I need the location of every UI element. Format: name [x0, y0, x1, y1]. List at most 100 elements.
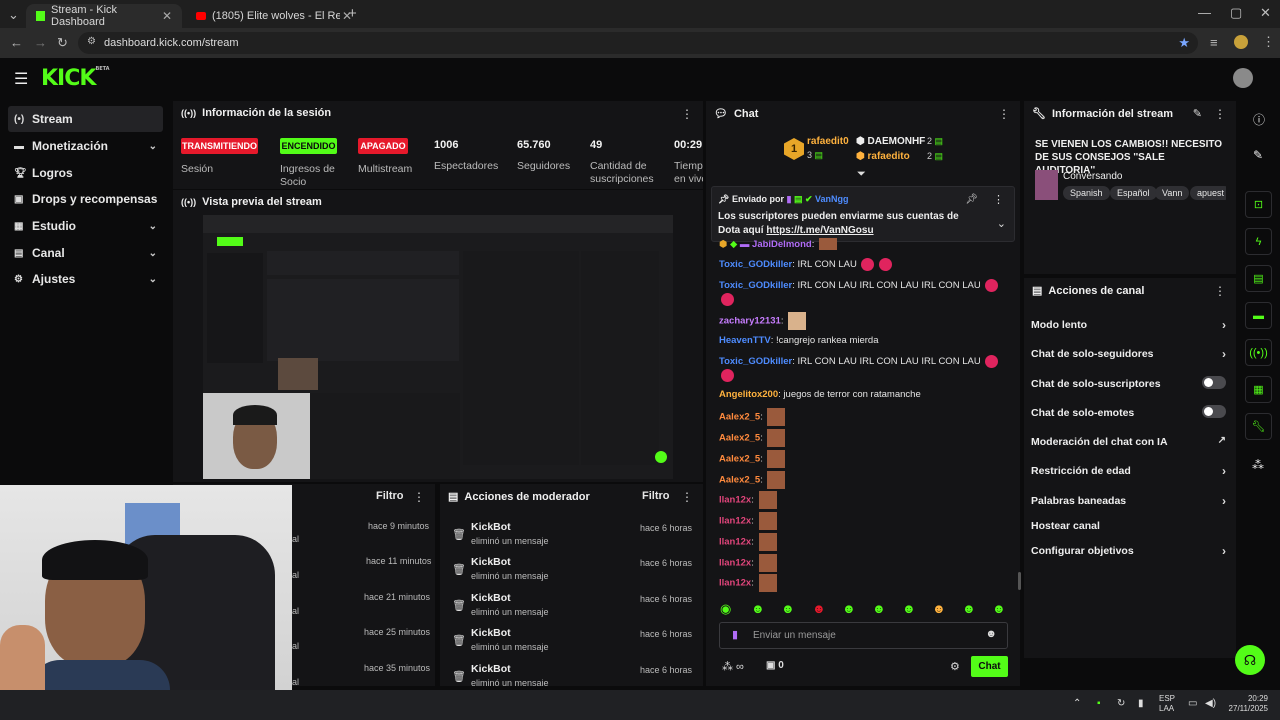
- rail-tools-button[interactable]: 🔧︎: [1245, 413, 1272, 440]
- more-options-icon[interactable]: ⋮: [681, 490, 693, 504]
- chat-username[interactable]: Aalex2_5: [719, 454, 760, 465]
- filter-button[interactable]: Filtro: [376, 490, 404, 502]
- rail-broadcast-button[interactable]: ((•)): [1245, 339, 1272, 366]
- language-indicator[interactable]: ESP LAA: [1159, 694, 1175, 714]
- user-avatar[interactable]: [1233, 68, 1253, 88]
- more-options-icon[interactable]: ⋮: [1214, 107, 1226, 121]
- emote-icon[interactable]: ☻: [932, 601, 946, 616]
- new-tab-button[interactable]: +: [348, 5, 357, 22]
- tab-kick-dashboard[interactable]: Stream - Kick Dashboard ✕: [26, 4, 182, 28]
- rail-notes-button[interactable]: ▤: [1245, 265, 1272, 292]
- stream-tag[interactable]: Español: [1110, 186, 1157, 200]
- emote-icon[interactable]: ☻: [842, 601, 856, 616]
- more-options-icon[interactable]: ⋮: [413, 490, 425, 504]
- sidebar-item-canal[interactable]: ▤ Canal ⌄: [8, 240, 163, 266]
- emotes-only-toggle[interactable]: [1202, 405, 1226, 418]
- chat-input[interactable]: ▮ Enviar un mensaje ☻: [719, 622, 1008, 649]
- chat-username[interactable]: llan12x: [719, 516, 751, 527]
- bookmark-star-icon[interactable]: ★: [1178, 35, 1190, 51]
- emote-icon[interactable]: ☻: [781, 601, 795, 616]
- chat-scrollbar[interactable]: [1018, 572, 1021, 590]
- unpin-icon[interactable]: 📌︎: [965, 194, 978, 205]
- profile-icon[interactable]: [1234, 35, 1248, 49]
- help-headset-button[interactable]: ☊: [1235, 645, 1265, 675]
- stream-tag[interactable]: Spanish: [1063, 186, 1110, 200]
- maximize-icon[interactable]: ▢: [1230, 5, 1242, 21]
- action-host-channel[interactable]: Hostear canal: [1031, 520, 1226, 532]
- media-icon[interactable]: ≡: [1210, 35, 1218, 50]
- sidebar-item-monetizacion[interactable]: ▬ Monetización ⌄: [8, 133, 163, 159]
- info-icon[interactable]: ⓘ: [1253, 111, 1265, 128]
- minimize-icon[interactable]: —: [1198, 5, 1211, 20]
- tray-sync-icon[interactable]: ↻: [1117, 698, 1125, 709]
- users-icon[interactable]: ⁂ ∞: [722, 660, 744, 673]
- reload-icon[interactable]: ↻: [57, 35, 68, 51]
- tray-chevron-icon[interactable]: ⌃: [1073, 698, 1081, 709]
- tray-volume-icon[interactable]: ◀): [1205, 698, 1216, 709]
- stream-tag[interactable]: Vann: [1155, 186, 1190, 200]
- tray-mic-icon[interactable]: ▮: [1138, 698, 1144, 709]
- sidebar-item-drops[interactable]: ▣ Drops y recompensas: [8, 186, 163, 212]
- tray-app-icon[interactable]: ▪: [1097, 698, 1101, 709]
- hamburger-menu-icon[interactable]: ☰: [14, 69, 28, 89]
- site-info-icon[interactable]: ⚙: [87, 36, 96, 47]
- leaderboard-user[interactable]: rafaedit0: [807, 136, 849, 147]
- chat-username[interactable]: llan12x: [719, 578, 751, 589]
- rail-bolt-button[interactable]: ϟ: [1245, 228, 1272, 255]
- collapse-leaderboard-icon[interactable]: ⏷: [857, 168, 866, 181]
- tray-network-icon[interactable]: ▭: [1188, 698, 1197, 709]
- action-slow-mode[interactable]: Modo lento ›: [1031, 318, 1226, 332]
- emote-icon[interactable]: ☻: [812, 601, 826, 616]
- emote-icon[interactable]: ☻: [872, 601, 886, 616]
- chat-username[interactable]: llan12x: [719, 495, 751, 506]
- chat-username[interactable]: llan12x: [719, 537, 751, 548]
- rail-clip-button[interactable]: ⊡: [1245, 191, 1272, 218]
- chat-username[interactable]: zachary12131: [719, 316, 781, 327]
- emote-icon[interactable]: ☻: [992, 601, 1006, 616]
- sidebar-item-estudio[interactable]: ▦ Estudio ⌄: [8, 213, 163, 239]
- edit-pencil-icon[interactable]: ✎: [1253, 148, 1263, 162]
- send-chat-button[interactable]: Chat: [971, 656, 1008, 677]
- subscribers-only-toggle[interactable]: [1202, 376, 1226, 389]
- chat-username[interactable]: Aalex2_5: [719, 475, 760, 486]
- pinned-author[interactable]: VanNgg: [815, 194, 849, 204]
- chrome-menu-icon[interactable]: ⋮: [1262, 34, 1275, 50]
- action-age-restriction[interactable]: Restricción de edad ›: [1031, 464, 1226, 478]
- tab-youtube[interactable]: (1805) Elite wolves - El Reencue ✕: [186, 4, 362, 28]
- emoji-icon[interactable]: ☻: [985, 628, 997, 640]
- leaderboard-user[interactable]: ⬢ rafaedito: [856, 151, 910, 162]
- chat-username[interactable]: JabiDelmond: [752, 239, 812, 250]
- chat-username[interactable]: llan12x: [719, 558, 751, 569]
- points-display[interactable]: ▣ 0: [766, 660, 784, 671]
- more-options-icon[interactable]: ⋮: [993, 193, 1004, 206]
- chat-username[interactable]: Toxic_GODkiller: [719, 280, 792, 291]
- action-followers-only[interactable]: Chat de solo-seguidores ›: [1031, 347, 1226, 361]
- filter-button[interactable]: Filtro: [642, 490, 670, 502]
- pinned-link[interactable]: https://t.me/VanNGosu: [766, 225, 873, 236]
- chat-username[interactable]: Aalex2_5: [719, 433, 760, 444]
- clock[interactable]: 20:29 27/11/2025: [1226, 694, 1268, 714]
- emote-picker-icon[interactable]: ◉: [720, 601, 731, 617]
- rail-layout-button[interactable]: ▦: [1245, 376, 1272, 403]
- chat-username[interactable]: Angelitox200: [719, 389, 778, 400]
- sidebar-item-stream[interactable]: (•) Stream: [8, 106, 163, 132]
- tab-menu-icon[interactable]: ⌄: [8, 7, 19, 23]
- action-banned-words[interactable]: Palabras baneadas ›: [1031, 494, 1226, 508]
- more-options-icon[interactable]: ⋮: [1214, 284, 1226, 298]
- chat-username[interactable]: Toxic_GODkiller: [719, 356, 792, 367]
- forward-icon[interactable]: →: [34, 35, 47, 50]
- more-tools-icon[interactable]: ⁂: [1252, 458, 1264, 472]
- more-options-icon[interactable]: ⋮: [998, 107, 1010, 121]
- close-tab-icon[interactable]: ✕: [162, 9, 172, 23]
- edit-pencil-icon[interactable]: ✎: [1193, 107, 1202, 120]
- category-name[interactable]: Conversando: [1063, 171, 1122, 182]
- leaderboard-user[interactable]: ⬢ DAEMONHF: [856, 136, 925, 147]
- chat-username[interactable]: HeavenTTV: [719, 335, 771, 346]
- action-goals[interactable]: Configurar objetivos ›: [1031, 544, 1226, 558]
- kick-logo[interactable]: KICKBETA: [41, 66, 110, 91]
- action-ai-moderation[interactable]: Moderación del chat con IA ↗: [1031, 435, 1226, 448]
- emote-icon[interactable]: ☻: [962, 601, 976, 616]
- chat-username[interactable]: Aalex2_5: [719, 412, 760, 423]
- emote-icon[interactable]: ☻: [751, 601, 765, 616]
- sidebar-item-ajustes[interactable]: ⚙ Ajustes ⌄: [8, 266, 163, 292]
